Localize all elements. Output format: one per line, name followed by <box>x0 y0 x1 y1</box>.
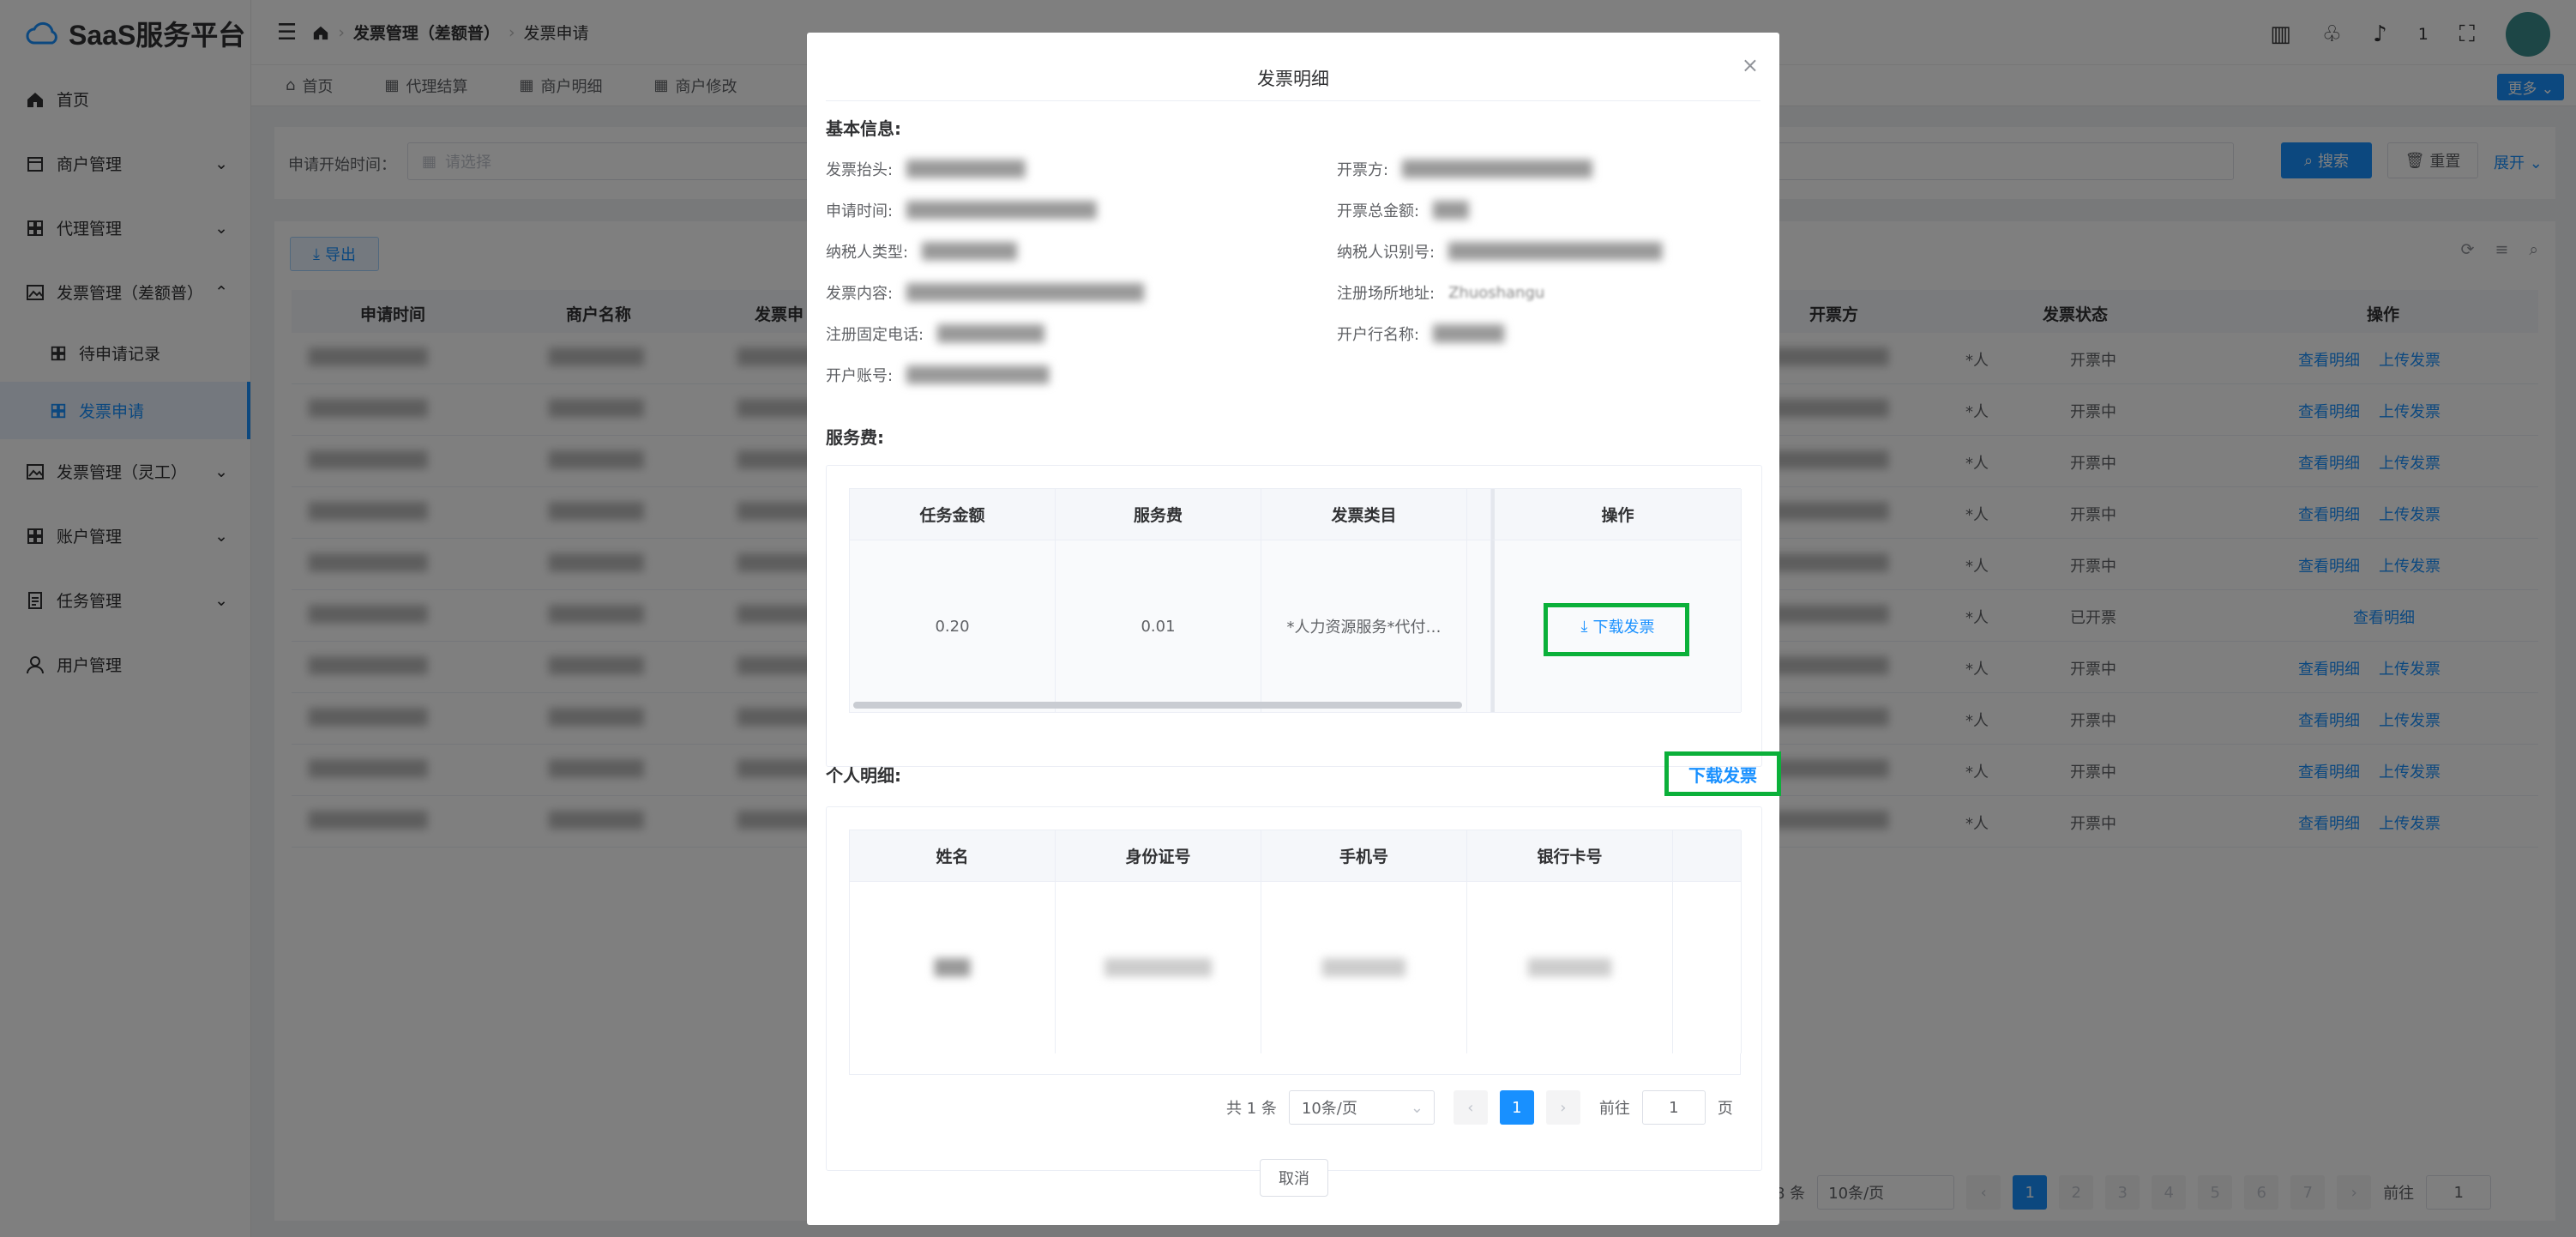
hidden-value: ███████ <box>1322 958 1405 977</box>
next-page-button[interactable]: › <box>1545 1090 1580 1125</box>
cell-bank-card: ███████ <box>1467 882 1673 1053</box>
cell-id-no: █████████ <box>1056 882 1261 1053</box>
horizontal-scrollbar[interactable] <box>853 702 1462 709</box>
field-label: 发票抬头: <box>826 161 894 179</box>
field-issuer: 开票方: ████████████████ <box>1337 158 1592 180</box>
field-label: 申请时间: <box>826 202 894 220</box>
field-value-hidden: ████████████ <box>906 365 1050 384</box>
field-bank-name: 开户行名称: ██████ <box>1337 323 1504 345</box>
column-header: 操作 <box>1491 489 1742 540</box>
page-button[interactable]: 1 <box>1499 1090 1534 1125</box>
personal-detail-card: 姓名 身份证号 手机号 银行卡号 ███ █████████ ███████ █… <box>826 806 1762 1171</box>
cell-invoice-category: *人力资源服务*代付… <box>1261 540 1467 712</box>
column-header: 发票类目 <box>1261 489 1467 540</box>
field-value-hidden: ███ <box>1433 201 1469 220</box>
dialog-title: 发票明细 <box>1257 69 1329 89</box>
field-value-hidden: ██████████████████ <box>1448 242 1663 261</box>
invoice-detail-dialog: 发票明细 × 基本信息: 发票抬头: ██████████ 开票方: ███████… <box>807 33 1781 1225</box>
field-value-hidden: ████████████████ <box>1402 160 1592 178</box>
column-header: 手机号 <box>1261 830 1467 882</box>
total-count: 共 1 条 <box>1226 1100 1277 1118</box>
field-taxpayer-id: 纳税人识别号: ██████████████████ <box>1337 240 1662 262</box>
personal-detail-title: 个人明细: <box>826 765 901 786</box>
hidden-value: ███ <box>934 958 971 977</box>
field-value-hidden: ████████ <box>922 242 1017 261</box>
personal-pagination: 共 1 条 10条/页 ⌄ ‹ 1 › 前往 1 页 <box>1226 1090 1733 1125</box>
cell-spacer <box>1467 540 1491 712</box>
field-label: 纳税人识别号: <box>1337 244 1435 262</box>
goto-value: 1 <box>1669 1098 1679 1117</box>
service-fee-card: 任务金额 服务费 发票类目 操作 0.20 0.01 *人力资源服务*代付… ⤓… <box>826 465 1762 767</box>
field-label: 注册场所地址: <box>1337 285 1435 303</box>
field-label: 开票总金额: <box>1337 202 1420 220</box>
field-label: 开票方: <box>1337 161 1389 179</box>
cell-name: ███ <box>850 882 1056 1053</box>
cell-task-amount: 0.20 <box>850 540 1056 712</box>
field-value-hidden: ██████ <box>1433 324 1505 343</box>
field-taxpayer-type: 纳税人类型: ████████ <box>826 240 1017 262</box>
column-header: 身份证号 <box>1056 830 1261 882</box>
service-fee-title: 服务费: <box>826 427 884 448</box>
field-value: Zhuoshangu <box>1448 283 1545 302</box>
cell-spacer <box>1673 882 1742 1053</box>
page-size-value: 10条/页 <box>1301 1100 1357 1118</box>
column-header: 任务金额 <box>850 489 1056 540</box>
cell-service-fee: 0.01 <box>1056 540 1261 712</box>
hidden-value: █████████ <box>1104 958 1212 977</box>
dialog-divider <box>826 100 1760 101</box>
field-value-hidden: ████████████████ <box>906 201 1097 220</box>
page-unit: 页 <box>1717 1100 1733 1118</box>
cell-phone: ███████ <box>1261 882 1467 1053</box>
hidden-value: ███████ <box>1528 958 1611 977</box>
highlight-box <box>1544 603 1689 656</box>
field-total-amount: 开票总金额: ███ <box>1337 199 1469 221</box>
field-label: 注册固定电话: <box>826 326 924 344</box>
highlight-box <box>1664 751 1781 796</box>
basic-info-title: 基本信息: <box>826 118 901 139</box>
cancel-button[interactable]: 取消 <box>1260 1159 1328 1197</box>
field-invoice-title: 发票抬头: ██████████ <box>826 158 1026 180</box>
column-header: 银行卡号 <box>1467 830 1673 882</box>
chevron-down-icon: ⌄ <box>1410 1098 1423 1117</box>
field-label: 开户账号: <box>826 367 894 385</box>
page-size-select[interactable]: 10条/页 ⌄ <box>1288 1090 1435 1125</box>
field-reg-phone: 注册固定电话: █████████ <box>826 323 1044 345</box>
goto-page-input[interactable]: 1 <box>1641 1090 1706 1125</box>
personal-table: 姓名 身份证号 手机号 银行卡号 ███ █████████ ███████ █… <box>849 830 1742 1075</box>
field-label: 纳税人类型: <box>826 244 909 262</box>
field-apply-time: 申请时间: ████████████████ <box>826 199 1097 221</box>
field-label: 发票内容: <box>826 285 894 303</box>
column-header-spacer <box>1673 830 1742 882</box>
close-icon[interactable]: × <box>1742 53 1759 77</box>
column-header: 姓名 <box>850 830 1056 882</box>
service-fee-table: 任务金额 服务费 发票类目 操作 0.20 0.01 *人力资源服务*代付… ⤓… <box>849 488 1742 713</box>
field-value-hidden: █████████ <box>937 324 1044 343</box>
field-account-no: 开户账号: ████████████ <box>826 364 1049 386</box>
field-invoice-content: 发票内容: ████████████████████ <box>826 281 1144 304</box>
goto-label: 前往 <box>1598 1100 1630 1118</box>
column-header: 服务费 <box>1056 489 1261 540</box>
column-header-spacer <box>1467 489 1491 540</box>
field-value-hidden: ██████████ <box>906 160 1026 178</box>
field-value-hidden: ████████████████████ <box>906 283 1144 302</box>
prev-page-button[interactable]: ‹ <box>1453 1090 1488 1125</box>
field-reg-address: 注册场所地址: Zhuoshangu <box>1337 281 1544 304</box>
field-label: 开户行名称: <box>1337 326 1420 344</box>
